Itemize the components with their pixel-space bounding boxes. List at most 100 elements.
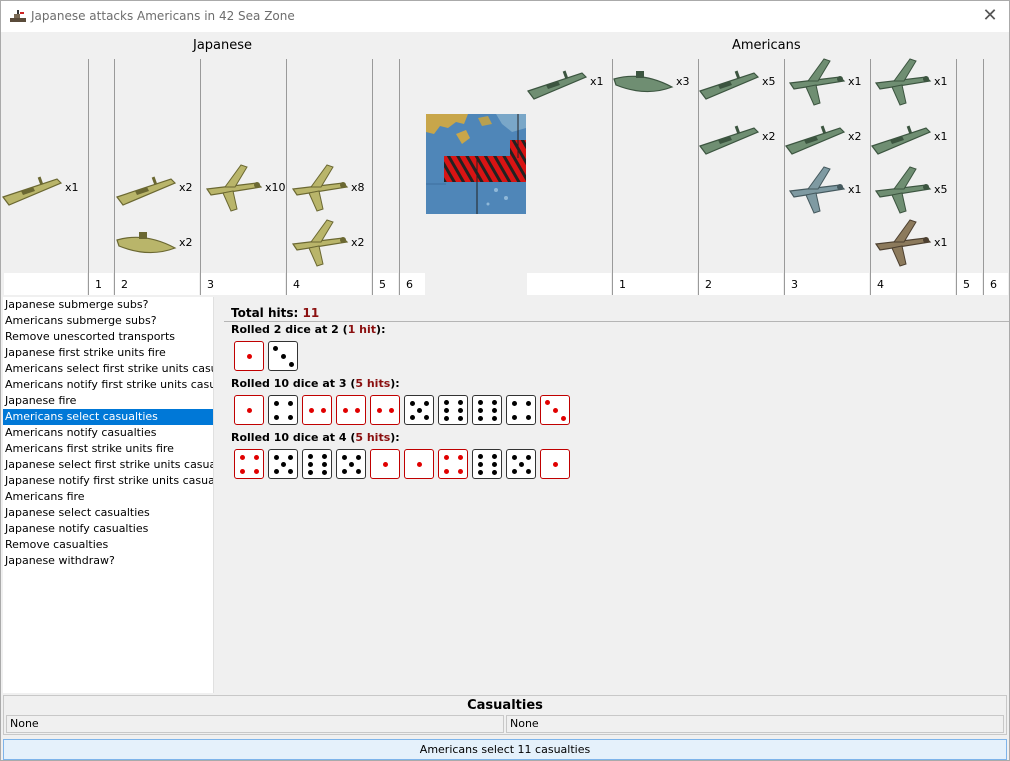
die [268,395,298,425]
total-hits-label: Total hits: [231,306,299,320]
americans-column-divider [956,59,957,295]
roll-label: Rolled 10 dice at 3 (5 hits): [231,377,400,390]
battle-step-item[interactable]: Americans submerge subs? [3,313,213,329]
japanese-column-label: 5 [373,273,398,295]
unit-submarine: x3 [612,57,696,109]
unit-fighter-3: x1 [784,165,868,217]
battleship-icon [10,10,26,22]
die [438,449,468,479]
unit-count: x1 [934,130,948,143]
battle-step-item[interactable]: Japanese fire [3,393,213,409]
battle-step-item[interactable]: Americans fire [3,489,213,505]
americans-casualties-field: None [506,715,1004,733]
unit-fighter-brown: x1 [870,218,954,270]
battle-step-item[interactable]: Japanese first strike units fire [3,345,213,361]
unit-cruiser: x2 [784,112,868,164]
battle-step-item[interactable]: Japanese select first strike units casua… [3,457,213,473]
unit-count: x5 [762,75,776,88]
die [472,395,502,425]
die [506,449,536,479]
unit-transport: x1 [1,163,85,215]
die [472,449,502,479]
casualties-panel: Casualties None None [3,695,1007,735]
japanese-column-label: 4 [287,273,371,295]
americans-title: Americans [732,38,801,53]
battle-step-item[interactable]: Japanese submerge subs? [3,297,213,313]
americans-column-divider [983,59,984,295]
die [540,449,570,479]
divider [224,321,1009,322]
battle-step-item[interactable]: Remove casualties [3,537,213,553]
die [438,395,468,425]
unit-count: x8 [351,181,365,194]
unit-bomber: x2 [287,218,371,270]
japanese-column-label: 1 [89,273,113,295]
unit-count: x1 [934,75,948,88]
unit-count: x1 [590,75,604,88]
unit-destroyer: x2 [115,163,199,215]
unit-count: x3 [676,75,690,88]
japanese-column-label: 3 [201,273,285,295]
unit-carrier: x5 [698,57,782,109]
japanese-column-divider [88,59,89,295]
unit-battleship: x1 [870,112,954,164]
unit-fighter-green: x5 [870,165,954,217]
die [506,395,536,425]
window-title: Japanese attacks Americans in 42 Sea Zon… [31,9,295,23]
americans-column-divider [870,59,871,295]
japanese-column-label [4,273,87,295]
die [336,395,366,425]
battle-step-item[interactable]: Remove unescorted transports [3,329,213,345]
battle-step-item[interactable]: Japanese notify casualties [3,521,213,537]
unit-count: x1 [848,75,862,88]
die [268,449,298,479]
japanese-column-label: 6 [400,273,425,295]
americans-column-divider [698,59,699,295]
die [370,449,400,479]
americans-column-label: 6 [984,273,1008,295]
battle-step-item[interactable]: Japanese withdraw? [3,553,213,569]
roll-label: Rolled 10 dice at 4 (5 hits): [231,431,400,444]
japanese-column-divider [286,59,287,295]
battle-step-item[interactable]: Americans select first strike units casu… [3,361,213,377]
close-icon[interactable]: ✕ [977,3,1003,29]
battle-step-item[interactable]: Japanese select casualties [3,505,213,521]
unit-count: x1 [848,183,862,196]
japanese-title: Japanese [193,38,253,53]
unit-count: x10 [265,181,286,194]
americans-column-divider [784,59,785,295]
die [302,395,332,425]
japanese-column-label: 2 [115,273,199,295]
battle-steps-list[interactable]: Japanese submerge subs? Americans submerg… [3,297,214,693]
japanese-column-divider [114,59,115,295]
battle-step-item[interactable]: Americans notify casualties [3,425,213,441]
die [336,449,366,479]
die [370,395,400,425]
dice-results-panel: Total hits: 11 Rolled 2 dice at 2 (1 hit… [214,297,1009,693]
sea-zone-map [426,114,526,214]
americans-column-divider [612,59,613,295]
battle-step-item[interactable]: Americans first strike units fire [3,441,213,457]
japanese-casualties-field: None [6,715,504,733]
status-button[interactable]: Americans select 11 casualties [3,739,1007,760]
americans-column-label: 1 [613,273,697,295]
unit-destroyer: x2 [698,112,782,164]
unit-count: x2 [762,130,776,143]
americans-column-label: 5 [957,273,982,295]
battle-step-item[interactable]: Americans notify first strike units casu… [3,377,213,393]
unit-count: x2 [179,236,193,249]
unit-tactical-bomber: x8 [287,163,371,215]
americans-column-label: 3 [785,273,869,295]
battle-step-item[interactable]: Japanese notify first strike units casua… [3,473,213,489]
battle-step-item[interactable]: Americans select casualties [3,409,213,425]
unit-tactical-bomber: x1 [784,57,868,109]
die [540,395,570,425]
die [268,341,298,371]
die [234,341,264,371]
casualties-title: Casualties [467,698,543,713]
die [302,449,332,479]
die [404,395,434,425]
unit-count: x2 [848,130,862,143]
americans-column-label: 4 [871,273,955,295]
roll-label: Rolled 2 dice at 2 (1 hit): [231,323,386,336]
